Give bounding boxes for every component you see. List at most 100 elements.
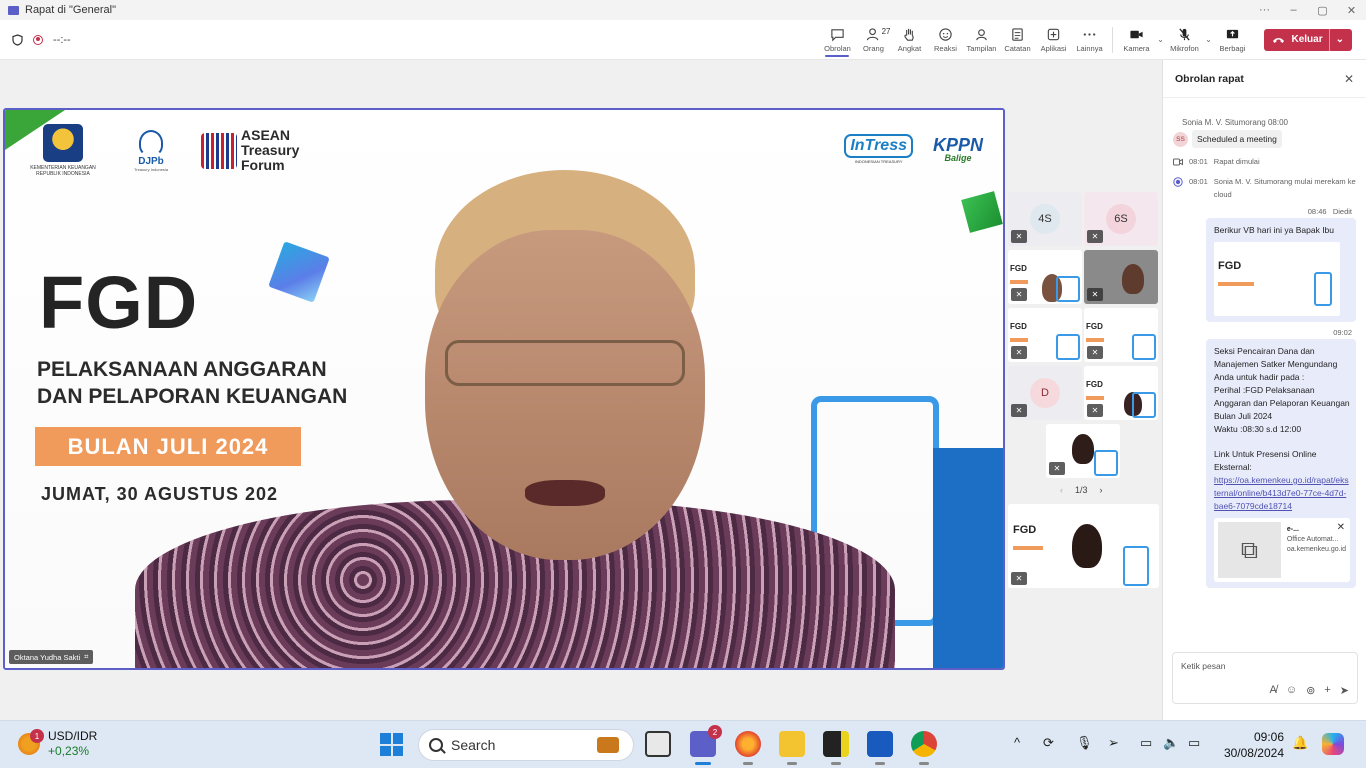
maximize-button[interactable]: ▢ xyxy=(1308,4,1337,17)
mic-off-icon: ✕ xyxy=(1011,288,1027,301)
battery-icon[interactable]: ▭ xyxy=(1188,735,1200,751)
link-preview-card[interactable]: ⧉ e-... Office Automat... oa.kemenkeu.go… xyxy=(1214,518,1350,582)
djpb-swoosh-icon xyxy=(139,129,163,156)
sync-icon[interactable]: ⟳ xyxy=(1043,735,1054,751)
toolbar-apps-button[interactable]: Aplikasi xyxy=(1035,23,1071,57)
camera-options-chevron-icon[interactable]: ⌄ xyxy=(1154,35,1166,44)
format-icon[interactable]: A̸ xyxy=(1270,684,1277,697)
participant-tile[interactable]: FGD ✕ xyxy=(1084,308,1158,362)
taskbar-search[interactable]: Search xyxy=(418,729,634,761)
participant-tile[interactable]: 4S ✕ xyxy=(1008,192,1082,246)
mic-options-chevron-icon[interactable]: ⌄ xyxy=(1202,35,1214,44)
system-sender-time: 08:00 xyxy=(1267,118,1289,127)
toolbar-mic-button[interactable]: Mikrofon xyxy=(1166,23,1202,57)
emoji-icon[interactable]: ☺ xyxy=(1286,684,1297,697)
participant-tile[interactable]: ✕ xyxy=(1084,250,1158,304)
word-icon[interactable] xyxy=(867,731,893,765)
system-clock[interactable]: 09:06 30/08/2024 xyxy=(1210,729,1284,761)
toolbar-reaction-button[interactable]: Reaksi xyxy=(927,23,963,57)
message-timestamp: 09:02 xyxy=(1163,328,1356,337)
djpb-logo: DJPb Treasury Indonesia xyxy=(125,129,177,172)
participant-tile[interactable]: FGD ✕ xyxy=(1008,308,1082,362)
location-icon[interactable]: ➢ xyxy=(1108,735,1119,751)
copilot-icon[interactable] xyxy=(1322,733,1344,755)
intress-logo: InTress xyxy=(844,134,913,158)
mic-muted-tray-icon[interactable]: 🎙 xyxy=(1076,735,1093,751)
tile-pager: ‹ 1/3 › xyxy=(1060,485,1103,495)
participant-tile[interactable]: D ✕ xyxy=(1008,366,1082,420)
volume-icon[interactable]: 🔈 xyxy=(1163,735,1179,751)
firefox-icon[interactable] xyxy=(735,731,761,765)
mic-off-icon: ✕ xyxy=(1087,288,1103,301)
toolbar-camera-button[interactable]: Kamera xyxy=(1118,23,1154,57)
file-explorer-icon[interactable] xyxy=(779,731,805,765)
mic-off-icon: ✕ xyxy=(1087,346,1103,359)
record-icon xyxy=(1173,177,1183,187)
show-hidden-icons-chevron-icon[interactable]: ^ xyxy=(1014,735,1020,750)
mic-off-icon: ✕ xyxy=(1087,404,1103,417)
teams-taskbar-icon[interactable]: 2 xyxy=(690,725,722,765)
windows-start-icon[interactable] xyxy=(380,733,403,756)
pager-next-button[interactable]: › xyxy=(1100,485,1103,495)
toolbar-share-button[interactable]: Berbagi xyxy=(1214,23,1250,57)
meeting-chat-panel: Obrolan rapat ✕ Sonia M. V. Situmorang 0… xyxy=(1162,60,1366,720)
leave-button[interactable]: Keluar ⌄ xyxy=(1264,28,1352,51)
leave-options-chevron-icon[interactable]: ⌄ xyxy=(1336,34,1344,45)
loop-icon[interactable]: ⊚ xyxy=(1306,684,1315,697)
toolbar-more-button[interactable]: Lainnya xyxy=(1071,23,1107,57)
mini-slide-phone xyxy=(1094,450,1118,476)
close-chat-icon[interactable]: ✕ xyxy=(1344,72,1354,86)
toolbar-view-button[interactable]: Tampilan xyxy=(963,23,999,57)
kppn-logo: KPPN Balige xyxy=(933,136,983,163)
system-sender-name: Sonia M. V. Situmorang xyxy=(1182,118,1266,127)
shield-icon xyxy=(12,33,23,46)
more-window-button[interactable]: ··· xyxy=(1250,4,1279,16)
dismiss-preview-icon[interactable]: ✕ xyxy=(1337,521,1345,534)
participant-tile[interactable]: FGD ✕ xyxy=(1008,250,1082,304)
teams-badge: 2 xyxy=(708,725,722,739)
toolbar-more-label: Lainnya xyxy=(1076,43,1103,53)
start-tile xyxy=(380,733,391,744)
slide-bar-decoration xyxy=(933,448,1003,668)
mic-off-icon: ✕ xyxy=(1049,462,1065,475)
sticky-notes-icon[interactable] xyxy=(823,731,849,765)
toolbar-people-button[interactable]: 27 Orang xyxy=(855,23,891,57)
speaker-video[interactable]: KEMENTERIAN KEUANGAN REPUBLIK INDONESIA … xyxy=(3,108,1005,670)
mini-slide-title: FGD xyxy=(1010,264,1027,273)
image-attachment[interactable]: FGD xyxy=(1214,242,1340,316)
presensi-link[interactable]: https://oa.kemenkeu.go.id/rapat/eksterna… xyxy=(1214,475,1349,511)
display-icon[interactable]: ▭ xyxy=(1140,735,1152,751)
participant-tile[interactable]: 6S ✕ xyxy=(1084,192,1158,246)
toolbar-raise-hand-button[interactable]: Angkat xyxy=(891,23,927,57)
attachment-slide-badge xyxy=(1218,282,1254,286)
self-video: FGD xyxy=(1008,504,1159,588)
close-window-button[interactable]: ✕ xyxy=(1337,4,1366,17)
mic-off-icon: ✕ xyxy=(1011,230,1027,243)
self-video-tile[interactable]: FGD ✕ xyxy=(1008,504,1159,588)
pager-prev-button[interactable]: ‹ xyxy=(1060,485,1063,495)
task-view-icon[interactable] xyxy=(645,731,671,757)
weather-widget[interactable]: 1 USD/IDR +0,23% xyxy=(18,729,97,759)
chat-message[interactable]: Berikur VB hari ini ya Bapak Ibu FGD xyxy=(1206,218,1356,322)
chrome-icon[interactable] xyxy=(911,731,937,765)
attach-plus-icon[interactable]: + xyxy=(1324,684,1330,697)
event-time: 08:01 xyxy=(1189,177,1208,186)
participant-tile[interactable]: ✕ xyxy=(1046,424,1120,478)
minimize-button[interactable]: – xyxy=(1279,4,1308,16)
notification-bell-icon[interactable]: 🔔 xyxy=(1292,735,1308,751)
send-icon[interactable]: ➤ xyxy=(1340,684,1349,697)
toolbar-chat-button[interactable]: Obrolan xyxy=(819,23,855,57)
toolbar-notes-button[interactable]: Catatan xyxy=(999,23,1035,57)
djpb-logo-text: DJPb xyxy=(138,155,164,167)
chat-icon xyxy=(831,28,844,41)
start-tile xyxy=(392,733,403,744)
system-message: SS Scheduled a meeting xyxy=(1173,130,1356,148)
notes-icon xyxy=(1012,27,1023,41)
mini-slide-phone xyxy=(1123,546,1149,586)
chat-message[interactable]: Seksi Pencairan Dana dan Manajemen Satke… xyxy=(1206,339,1356,588)
participant-tile[interactable]: FGD ✕ xyxy=(1084,366,1158,420)
asean-logo-line2: Treasury xyxy=(241,142,300,159)
avatar: SS xyxy=(1173,131,1188,147)
chat-compose-box[interactable]: Ketik pesan A̸ ☺ ⊚ + ➤ xyxy=(1172,652,1358,704)
